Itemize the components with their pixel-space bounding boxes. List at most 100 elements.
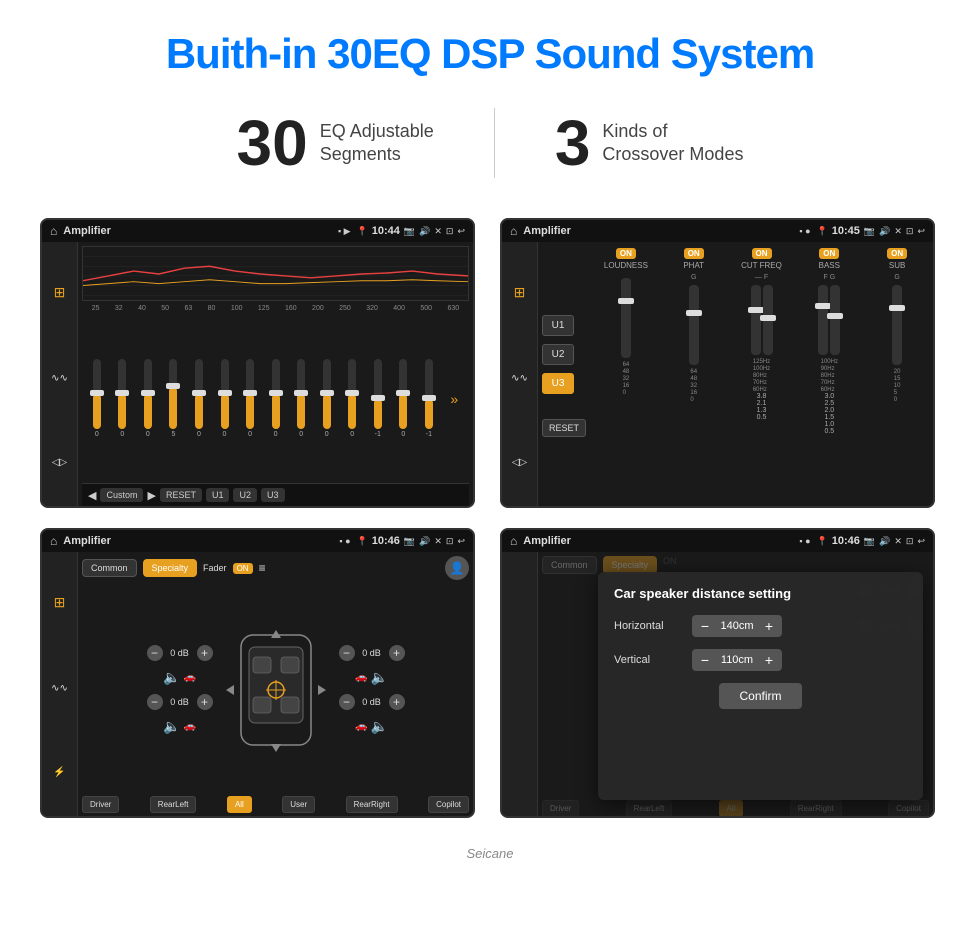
rear-right-button[interactable]: RearRight [346, 796, 398, 813]
home-icon[interactable]: ⌂ [50, 224, 57, 238]
left-speaker-icon: 🔈 [163, 669, 180, 686]
u2-button[interactable]: U2 [233, 488, 257, 502]
freq-25: 25 [92, 305, 100, 312]
eq-slider-2[interactable]: 0 [118, 359, 126, 438]
eq-slider-5[interactable]: 0 [195, 359, 203, 438]
freq-400: 400 [393, 305, 405, 312]
xover-reset-button[interactable]: RESET [542, 419, 586, 437]
phat-on[interactable]: ON [684, 248, 704, 259]
bass-slider2[interactable] [830, 285, 840, 355]
eq-slider-10[interactable]: 0 [323, 359, 331, 438]
speaker-tune-icon[interactable]: ⊞ [54, 594, 66, 611]
driver-button[interactable]: Driver [82, 796, 119, 813]
dist-bg-bottom-btns: Driver RearLeft All RearRight Copilot [538, 800, 933, 817]
record-icon-4: ▪ ● [799, 536, 810, 546]
cutfreq-slider1[interactable] [751, 285, 761, 355]
fader-on-badge[interactable]: ON [233, 563, 253, 574]
page-title: Buith-in 30EQ DSP Sound System [0, 0, 980, 98]
xover-vol-icon[interactable]: ◁▷ [512, 457, 527, 468]
fader-control-icon[interactable]: ≡ [259, 561, 266, 575]
u1-button[interactable]: U1 [206, 488, 230, 502]
eq-slider-12[interactable]: -1 [374, 359, 382, 438]
left-rear-plus[interactable]: + [197, 694, 213, 710]
sub-slider[interactable] [892, 285, 902, 365]
screen-speaker-statusbar: ⌂ Amplifier ▪ ● 📍 10:46 📷 🔊 ✕ ⊡ ↩ [42, 530, 473, 552]
freq-320: 320 [366, 305, 378, 312]
eq-slider-13[interactable]: 0 [399, 359, 407, 438]
eq-slider-9[interactable]: 0 [297, 359, 305, 438]
vertical-row: Vertical − 110cm + [614, 649, 907, 671]
pin-icon-4: 📍 [817, 536, 828, 547]
eq-slider-7[interactable]: 0 [246, 359, 254, 438]
cutfreq-slider2[interactable] [763, 285, 773, 355]
bass-on[interactable]: ON [819, 248, 839, 259]
u3-button[interactable]: U3 [261, 488, 285, 502]
speaker-wave-icon[interactable]: ∿∿ [51, 683, 68, 694]
left-front-minus[interactable]: − [147, 645, 163, 661]
close-icon-3: ✕ [434, 536, 442, 547]
loudness-slider[interactable] [621, 278, 631, 358]
copilot-button[interactable]: Copilot [428, 796, 469, 813]
loudness-on[interactable]: ON [616, 248, 636, 259]
all-button[interactable]: All [227, 796, 252, 813]
specialty-tab[interactable]: Specialty [143, 559, 198, 577]
left-front-plus[interactable]: + [197, 645, 213, 661]
left-rear-minus[interactable]: − [147, 694, 163, 710]
screen-xover-time: 10:45 [832, 225, 860, 237]
eq-tune-icon[interactable]: ⊞ [54, 284, 66, 301]
eq-slider-4[interactable]: 5 [169, 359, 177, 438]
home-icon-4[interactable]: ⌂ [510, 534, 517, 548]
freq-80: 80 [208, 305, 216, 312]
expand-icon[interactable]: » [450, 391, 458, 407]
home-icon-3[interactable]: ⌂ [50, 534, 57, 548]
left-rear-speaker-icons: 🔈 🚗 [163, 718, 196, 735]
user-button[interactable]: User [282, 796, 315, 813]
cutfreq-on[interactable]: ON [752, 248, 772, 259]
u3-xover-button[interactable]: U3 [542, 373, 574, 394]
right-front-db: − 0 dB + [339, 645, 405, 661]
common-tab[interactable]: Common [82, 559, 137, 577]
u1-xover-button[interactable]: U1 [542, 315, 574, 336]
xover-wave-icon[interactable]: ∿∿ [511, 373, 528, 384]
eq-vol-icon[interactable]: ◁▷ [52, 457, 67, 468]
sub-on[interactable]: ON [887, 248, 907, 259]
eq-slider-14[interactable]: -1 [425, 359, 433, 438]
eq-slider-11[interactable]: 0 [348, 359, 356, 438]
right-front-plus[interactable]: + [389, 645, 405, 661]
home-icon-2[interactable]: ⌂ [510, 224, 517, 238]
freq-200: 200 [312, 305, 324, 312]
u2-xover-button[interactable]: U2 [542, 344, 574, 365]
volume-icon-4: 🔊 [879, 536, 890, 547]
next-icon[interactable]: ▶ [147, 489, 155, 502]
vertical-plus[interactable]: + [762, 652, 776, 668]
eq-slider-8[interactable]: 0 [272, 359, 280, 438]
horizontal-minus[interactable]: − [698, 618, 712, 634]
bass-label: BASS [819, 261, 840, 270]
horizontal-plus[interactable]: + [762, 618, 776, 634]
xover-tune-icon[interactable]: ⊞ [514, 284, 526, 301]
reset-button[interactable]: RESET [160, 488, 202, 502]
right-speaker-icons: 🚗 🔈 [355, 669, 388, 686]
rear-left-button[interactable]: RearLeft [150, 796, 197, 813]
vertical-minus[interactable]: − [698, 652, 712, 668]
channel-bass: ON BASS FG 100Hz90Hz80Hz70Hz60Hz [797, 248, 861, 504]
eq-slider-3[interactable]: 0 [144, 359, 152, 438]
eq-sliders: 0 0 0 5 0 [82, 314, 469, 483]
confirm-button[interactable]: Confirm [719, 683, 801, 709]
user-profile-icon[interactable]: 👤 [445, 556, 469, 580]
window-icon-3: ⊡ [446, 536, 454, 547]
right-rear-plus[interactable]: + [389, 694, 405, 710]
prev-icon[interactable]: ◀ [88, 489, 96, 502]
screen-eq: ⌂ Amplifier ▪ ▶ 📍 10:44 📷 🔊 ✕ ⊡ ↩ ⊞ ∿∿ ◁… [40, 218, 475, 508]
phat-slider[interactable] [689, 285, 699, 365]
right-front-minus[interactable]: − [339, 645, 355, 661]
bass-slider1[interactable] [818, 285, 828, 355]
eq-slider-6[interactable]: 0 [221, 359, 229, 438]
sub-label: SUB [889, 261, 905, 270]
eq-slider-1[interactable]: 0 [93, 359, 101, 438]
stat-crossover-number: 3 [555, 111, 591, 175]
right-rear-minus[interactable]: − [339, 694, 355, 710]
speaker-bt-icon[interactable]: ⚡ [53, 767, 65, 778]
volume-icon: 🔊 [419, 226, 430, 237]
eq-wave-icon[interactable]: ∿∿ [51, 373, 68, 384]
